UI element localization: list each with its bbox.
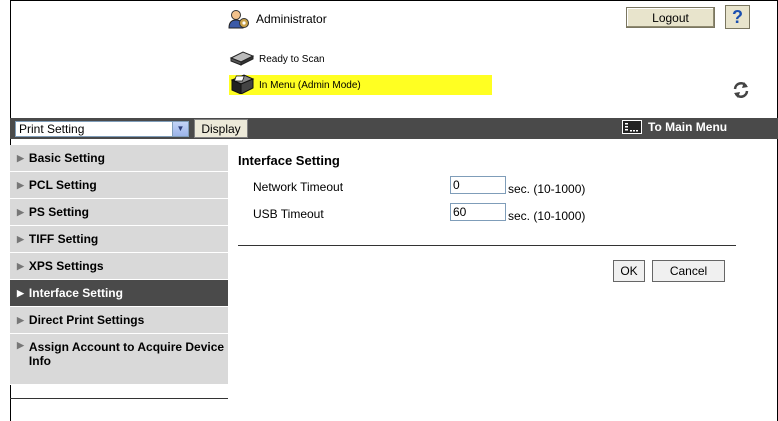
sidebar-item-ps-setting[interactable]: ▶ PS Setting [10,199,228,226]
category-select-value: Print Setting [19,122,85,136]
frame-top-border [10,0,778,1]
page-title: Interface Setting [238,153,340,168]
triangle-right-icon: ▶ [17,314,24,325]
scanner-icon [229,50,255,69]
network-timeout-unit: sec. (10-1000) [508,182,586,196]
content-divider [238,245,736,246]
sidebar-item-assign-account[interactable]: ▶ Assign Account to Acquire Device Info [10,334,228,385]
triangle-right-icon: ▶ [17,260,24,271]
sidebar-item-label: Interface Setting [28,286,123,300]
display-button[interactable]: Display [194,119,248,138]
sidebar-divider [10,398,228,399]
sidebar-item-label: TIFF Setting [28,232,99,246]
help-button[interactable]: ? [725,5,750,29]
sidebar-item-interface-setting[interactable]: ▶ Interface Setting [10,280,228,307]
triangle-right-icon: ▶ [17,287,24,298]
user-info: Administrator [228,9,327,29]
admin-user-icon [228,9,250,29]
category-select[interactable]: Print Setting ▼ [15,121,189,137]
sidebar: ▶ Basic Setting ▶ PCL Setting ▶ PS Setti… [10,145,228,385]
status-ready: Ready to Scan [229,50,325,69]
network-timeout-label: Network Timeout [253,180,344,194]
sidebar-item-basic-setting[interactable]: ▶ Basic Setting [10,145,228,172]
triangle-right-icon: ▶ [17,340,24,350]
chevron-down-icon[interactable]: ▼ [172,122,188,136]
triangle-right-icon: ▶ [17,206,24,217]
triangle-right-icon: ▶ [17,233,24,244]
sidebar-item-xps-settings[interactable]: ▶ XPS Settings [10,253,228,280]
sidebar-item-label: PCL Setting [28,178,97,192]
cancel-button[interactable]: Cancel [652,260,725,282]
network-timeout-input[interactable] [450,176,506,194]
user-name-label: Administrator [256,12,327,26]
sidebar-item-label: Basic Setting [28,151,105,165]
usb-timeout-label: USB Timeout [253,207,324,221]
logout-button[interactable]: Logout [626,7,715,28]
usb-timeout-unit: sec. (10-1000) [508,209,586,223]
sidebar-item-label: XPS Settings [28,259,104,273]
sidebar-item-direct-print-settings[interactable]: ▶ Direct Print Settings [10,307,228,334]
to-main-menu-link[interactable]: To Main Menu [622,120,727,134]
status-admin-mode-text: In Menu (Admin Mode) [259,79,361,91]
status-admin-mode: In Menu (Admin Mode) [229,73,492,97]
sidebar-item-tiff-setting[interactable]: ▶ TIFF Setting [10,226,228,253]
sidebar-item-label: PS Setting [28,205,89,219]
main-menu-icon [622,120,642,134]
triangle-right-icon: ▶ [17,179,24,190]
to-main-menu-label: To Main Menu [648,120,728,134]
printer-icon [229,73,255,97]
status-ready-text: Ready to Scan [259,54,325,65]
usb-timeout-input[interactable] [450,203,506,221]
ok-button[interactable]: OK [613,260,645,282]
refresh-icon[interactable] [731,80,751,100]
triangle-right-icon: ▶ [17,152,24,163]
sidebar-item-label: Assign Account to Acquire Device Info [28,340,225,368]
sidebar-item-label: Direct Print Settings [28,313,145,327]
sidebar-item-pcl-setting[interactable]: ▶ PCL Setting [10,172,228,199]
